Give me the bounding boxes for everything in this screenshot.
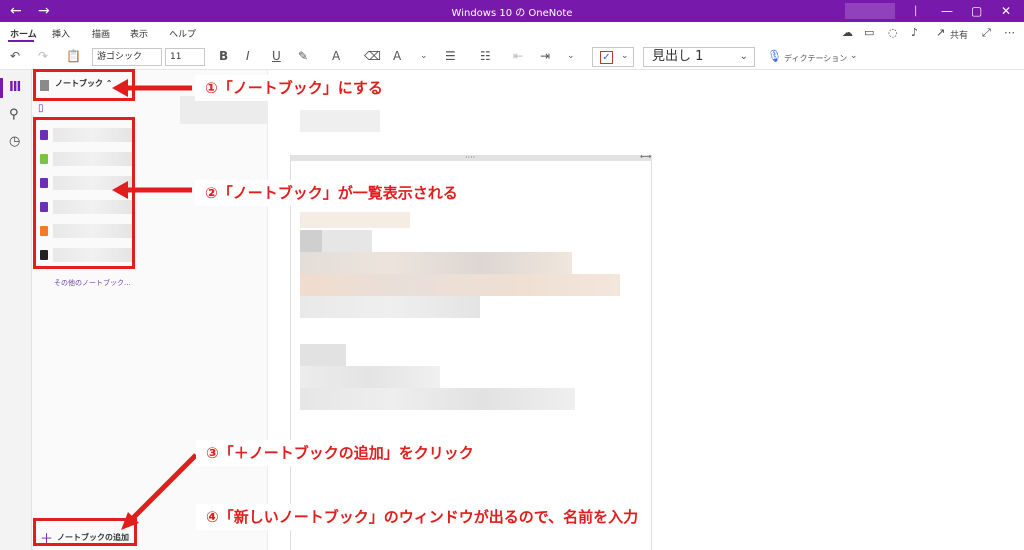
highlight-notebook-list <box>33 117 135 269</box>
title-bar: ← → Windows 10 の OneNote │ — ▢ ✕ <box>0 0 1024 22</box>
more-notebooks-link[interactable]: その他のノートブック... <box>54 278 131 288</box>
blurred-text <box>322 230 372 252</box>
chevron-down-icon[interactable]: ⌄ <box>567 48 575 64</box>
book-icon: ▯ <box>38 103 44 114</box>
more-options-icon[interactable]: ⋯ <box>1004 26 1015 39</box>
tab-home[interactable]: ホーム <box>10 27 37 40</box>
active-tab-indicator <box>8 40 34 42</box>
chevron-down-icon[interactable]: ⌄ <box>420 48 428 64</box>
checkbox-icon: ✓ <box>600 51 613 64</box>
annotation-step2: ②「ノートブック」が一覧表示される <box>195 180 468 206</box>
annotation-step4: ④「新しいノートブック」のウィンドウが出るので、名前を入力 <box>196 504 649 530</box>
expand-icon[interactable]: ⤢ <box>982 26 991 40</box>
outdent-icon[interactable]: ⇤ <box>513 48 523 64</box>
blurred-text <box>300 230 322 252</box>
font-size-field[interactable]: 11 <box>165 48 205 66</box>
indent-icon[interactable]: ⇥ <box>540 48 550 64</box>
blurred-text <box>300 296 480 318</box>
search-icon[interactable]: ⚲ <box>9 107 19 122</box>
font-color-icon[interactable]: A <box>332 48 340 64</box>
share-icon[interactable]: ↗ <box>936 26 945 39</box>
chevron-down-icon: ⌄ <box>621 51 629 61</box>
tab-view[interactable]: 表示 <box>130 27 148 40</box>
share-label[interactable]: 共有 <box>950 28 968 41</box>
style-dropdown[interactable]: 見出し 1 ⌄ <box>643 47 755 67</box>
blurred-text <box>300 212 410 228</box>
numbered-list-icon[interactable]: ☷ <box>480 48 491 64</box>
highlight-notebook-dropdown <box>33 69 135 101</box>
annotation-step3: ③「＋ノートブックの追加」をクリック <box>196 440 484 466</box>
blurred-text <box>300 366 440 388</box>
blurred-text <box>300 388 575 410</box>
page-icon[interactable]: ▭ <box>864 26 874 39</box>
tab-draw[interactable]: 描画 <box>92 27 110 40</box>
text-size-icon[interactable]: A <box>393 48 401 64</box>
redo-icon[interactable]: ↷ <box>38 48 48 64</box>
chevron-down-icon[interactable]: ⌄ <box>850 48 858 64</box>
blurred-page-title <box>300 110 380 132</box>
chevron-down-icon: ⌄ <box>739 51 748 62</box>
highlighter-icon[interactable]: ✎ <box>298 48 308 64</box>
sync-icon[interactable]: ☁ <box>842 26 853 39</box>
annotation-step1: ①「ノートブック」にする <box>195 75 393 101</box>
blurred-text <box>300 252 572 274</box>
bold-button[interactable]: B <box>219 48 228 64</box>
close-button[interactable]: ✕ <box>1001 2 1011 20</box>
ribbon: ↶ ↷ 📋 游ゴシック 11 B I U ✎ A ⌫ A ⌄ ☰ ☷ ⇤ ⇥ ⌄… <box>0 44 1024 70</box>
blurred-text <box>300 344 346 366</box>
tab-help[interactable]: ヘルプ <box>169 27 196 40</box>
italic-button[interactable]: I <box>246 48 250 64</box>
underline-button[interactable]: U <box>272 48 281 64</box>
bullet-list-icon[interactable]: ☰ <box>445 48 456 64</box>
clipboard-icon[interactable]: 📋 <box>66 48 81 64</box>
lightbulb-icon[interactable]: ◌ <box>888 26 898 39</box>
minimize-button[interactable]: — <box>941 2 953 20</box>
account-avatar[interactable] <box>845 3 895 19</box>
rail-selection-indicator <box>0 78 3 98</box>
style-label: 見出し 1 <box>652 49 704 64</box>
navigation-rail: Ⅲ ⚲ ◷ <box>0 70 32 550</box>
dictation-button[interactable]: ディクテーション <box>784 51 847 67</box>
tab-insert[interactable]: 挿入 <box>52 27 70 40</box>
notebooks-icon[interactable]: Ⅲ <box>9 80 21 95</box>
clear-format-icon[interactable]: ⌫ <box>364 48 381 64</box>
todo-tag-button[interactable]: ✓ ⌄ <box>592 47 634 67</box>
microphone-icon[interactable]: 🎙 <box>767 48 782 64</box>
bell-icon[interactable]: ♪ <box>911 26 918 39</box>
clock-icon[interactable]: ◷ <box>9 134 20 149</box>
undo-icon[interactable]: ↶ <box>10 48 20 64</box>
more-icon[interactable]: │ <box>913 3 918 21</box>
highlight-add-notebook <box>33 518 137 546</box>
maximize-button[interactable]: ▢ <box>971 2 982 20</box>
font-name-field[interactable]: 游ゴシック <box>92 48 162 66</box>
blurred-text <box>300 274 620 296</box>
